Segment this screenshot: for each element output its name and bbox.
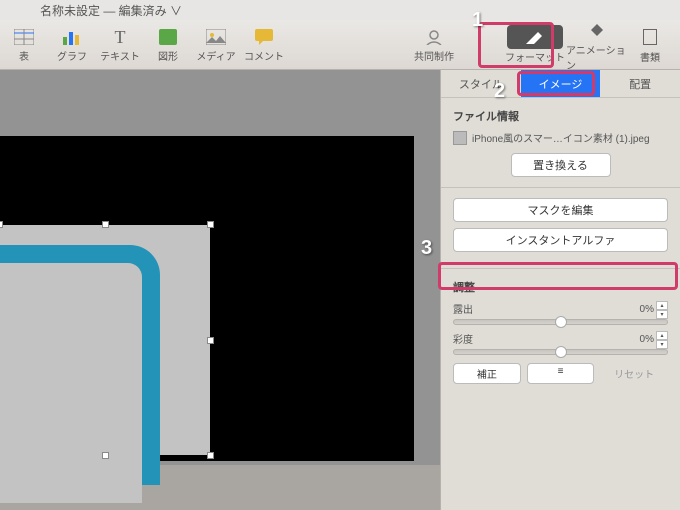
- resize-handle[interactable]: [0, 221, 3, 228]
- document-title: 名称未設定 — 編集済み ∨: [40, 2, 182, 19]
- annotation-number-1: 1: [472, 9, 483, 32]
- toolbar: 表 グラフ T テキスト 図形 メディア コメント 共同制作 フォーマッ: [0, 20, 680, 70]
- saturation-slider[interactable]: [453, 349, 668, 355]
- levels-button[interactable]: ≡: [527, 363, 595, 384]
- toolbar-document[interactable]: 書類: [628, 25, 672, 64]
- annotation-number-3: 3: [421, 237, 432, 260]
- file-info-title: ファイル情報: [453, 108, 668, 124]
- resize-handle[interactable]: [207, 221, 214, 228]
- toolbar-media[interactable]: メディア: [192, 20, 240, 69]
- saturation-label: 彩度: [453, 331, 473, 347]
- resize-handle[interactable]: [207, 452, 214, 459]
- chevron-down-icon[interactable]: ▾: [656, 310, 668, 319]
- tab-arrange[interactable]: 配置: [600, 70, 680, 97]
- exposure-stepper[interactable]: ▴ ▾: [656, 301, 668, 317]
- animation-icon: [569, 18, 625, 42]
- mask-section: マスクを編集 インスタントアルファ: [441, 188, 680, 268]
- saturation-value: 0%: [640, 334, 654, 345]
- chevron-up-icon[interactable]: ▴: [656, 331, 668, 340]
- document-icon: [630, 25, 670, 49]
- media-icon: [206, 26, 226, 48]
- table-icon: [14, 26, 34, 48]
- exposure-slider[interactable]: [453, 319, 668, 325]
- exposure-value: 0%: [640, 304, 654, 315]
- slider-thumb[interactable]: [555, 316, 567, 328]
- toolbar-comment[interactable]: コメント: [240, 20, 288, 69]
- collab-icon: [424, 26, 444, 48]
- text-icon: T: [115, 26, 126, 48]
- toolbar-chart[interactable]: グラフ: [48, 20, 96, 69]
- format-icon: [507, 25, 563, 49]
- toolbar-animation[interactable]: アニメーション: [566, 18, 628, 72]
- file-info-section: ファイル情報 iPhone風のスマー…イコン素材 (1).jpeg 置き換える: [441, 98, 680, 187]
- adjust-title: 調整: [453, 279, 668, 295]
- chevron-up-icon[interactable]: ▴: [656, 301, 668, 310]
- replace-button[interactable]: 置き換える: [511, 153, 611, 177]
- chart-icon: [62, 26, 82, 48]
- phone-graphic: [0, 245, 160, 485]
- inspector-tabs: スタイル イメージ 配置: [441, 70, 680, 98]
- comment-icon: [255, 26, 273, 48]
- instant-alpha-button[interactable]: インスタントアルファ: [453, 228, 668, 252]
- toolbar-table[interactable]: 表: [0, 20, 48, 69]
- edit-mask-button[interactable]: マスクを編集: [453, 198, 668, 222]
- adjust-section: 調整 露出 0% ▴ ▾ 彩度 0% ▴: [441, 269, 680, 394]
- annotation-number-2: 2: [494, 80, 505, 103]
- inspector-panel: スタイル イメージ 配置 ファイル情報 iPhone風のスマー…イコン素材 (1…: [440, 70, 680, 510]
- resize-handle[interactable]: [207, 337, 214, 344]
- exposure-label: 露出: [453, 301, 473, 317]
- toolbar-text[interactable]: T テキスト: [96, 20, 144, 69]
- resize-handle[interactable]: [102, 452, 109, 459]
- file-thumbnail-icon: [453, 131, 467, 145]
- tab-image[interactable]: イメージ: [521, 70, 601, 97]
- resize-handle[interactable]: [102, 221, 109, 228]
- saturation-stepper[interactable]: ▴ ▾: [656, 331, 668, 347]
- reset-button[interactable]: リセット: [600, 363, 668, 384]
- auto-correct-button[interactable]: 補正: [453, 363, 521, 384]
- toolbar-format[interactable]: フォーマット: [504, 25, 566, 64]
- selected-image[interactable]: [0, 225, 210, 455]
- toolbar-shape[interactable]: 図形: [144, 20, 192, 69]
- tab-style[interactable]: スタイル: [441, 70, 521, 97]
- chevron-down-icon[interactable]: ▾: [656, 340, 668, 349]
- toolbar-collab[interactable]: 共同制作: [404, 20, 464, 69]
- file-name: iPhone風のスマー…イコン素材 (1).jpeg: [472, 130, 650, 145]
- slider-thumb[interactable]: [555, 346, 567, 358]
- shape-icon: [159, 26, 177, 48]
- canvas[interactable]: [0, 70, 440, 465]
